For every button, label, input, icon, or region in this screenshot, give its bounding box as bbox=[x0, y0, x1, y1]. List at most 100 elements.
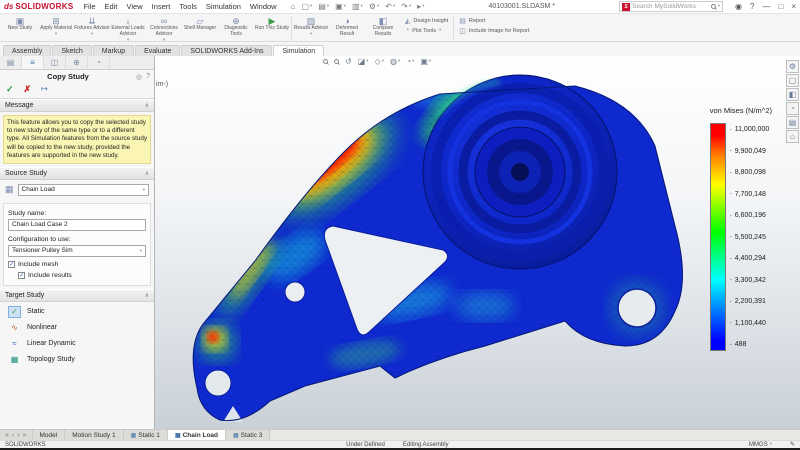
model-canvas[interactable] bbox=[155, 56, 800, 429]
display-style-button[interactable]: ◍ ▾ bbox=[390, 57, 400, 66]
next-tab-button[interactable]: › bbox=[17, 432, 19, 439]
cancel-button[interactable]: ✗ bbox=[24, 84, 32, 95]
appearances-tab-icon[interactable]: ◔ bbox=[786, 102, 799, 115]
connections-advisor-button[interactable]: ∞ Connections Advisor ▾ bbox=[146, 15, 182, 41]
tab-assembly[interactable]: Assembly bbox=[3, 45, 52, 56]
shell-manager-button[interactable]: ▱ Shell Manager bbox=[182, 15, 218, 41]
menu-view[interactable]: View bbox=[126, 2, 142, 11]
print-button[interactable]: ▥ ▾ bbox=[352, 2, 363, 11]
tab-model[interactable]: Model bbox=[32, 430, 66, 440]
menu-window[interactable]: Window bbox=[250, 2, 277, 11]
feature-manager-tab[interactable]: ▤ bbox=[0, 56, 22, 69]
message-section-header[interactable]: Message ∧ bbox=[0, 99, 154, 112]
save-button[interactable]: ▣ ▾ bbox=[335, 2, 346, 11]
options-button[interactable]: ⚙ ▾ bbox=[369, 2, 379, 11]
minimize-button[interactable]: — bbox=[762, 2, 770, 11]
diagnostic-tools-button[interactable]: ⊕ Diagnostic Tools bbox=[218, 15, 254, 41]
previous-view-button[interactable]: ↺ bbox=[345, 57, 352, 66]
new-document-button[interactable]: ▢ ▾ bbox=[301, 2, 312, 11]
source-study-section-header[interactable]: Source Study ∧ bbox=[0, 166, 154, 180]
undo-button[interactable]: ↶ ▾ bbox=[385, 2, 395, 11]
study-name-input[interactable] bbox=[8, 218, 146, 231]
menu-insert[interactable]: Insert bbox=[152, 2, 171, 11]
home-tab-icon[interactable]: ⌂ bbox=[786, 130, 799, 143]
tab-motion-study-1[interactable]: Motion Study 1 bbox=[65, 430, 124, 440]
menu-file[interactable]: File bbox=[83, 2, 95, 11]
source-study-dropdown[interactable]: Chain Load ▾ bbox=[17, 183, 149, 196]
search-box[interactable]: S Search MySolidWorks ▾ bbox=[619, 1, 724, 12]
tab-static-3[interactable]: ▦ Static 3 bbox=[226, 430, 271, 440]
deformed-result-button[interactable]: ◑ Deformed Result bbox=[329, 15, 365, 41]
view-orientation-button[interactable]: ◇ ▾ bbox=[375, 57, 384, 66]
help-icon[interactable]: ? bbox=[146, 73, 150, 80]
external-loads-advisor-button[interactable]: ↓ External Loads Advisor ▾ bbox=[110, 15, 146, 41]
configuration-label: Configuration to use: bbox=[8, 235, 71, 243]
results-advisor-button[interactable]: ▧ Results Advisor ▾ bbox=[293, 15, 329, 41]
hide-show-items-button[interactable]: ◔ ▾ bbox=[406, 57, 414, 66]
tab-sketch[interactable]: Sketch bbox=[52, 45, 92, 56]
include-results-checkbox[interactable]: ✓ bbox=[18, 271, 25, 279]
target-study-section-header[interactable]: Target Study ∧ bbox=[0, 288, 154, 302]
tag-edit-icon[interactable]: ✎ bbox=[790, 441, 795, 448]
run-this-study-button[interactable]: ▶ Run This Study bbox=[254, 15, 290, 41]
search-icon[interactable] bbox=[710, 4, 716, 9]
last-tab-button[interactable]: » bbox=[23, 432, 27, 439]
resources-tab-icon[interactable]: ⚙ bbox=[786, 60, 799, 73]
pin-icon[interactable]: ◎ bbox=[136, 73, 142, 81]
tab-solidworks-add-ins[interactable]: SOLIDWORKS Add-Ins bbox=[181, 45, 273, 56]
view-settings-button[interactable]: ▣ ▾ bbox=[420, 57, 431, 66]
menu-tools[interactable]: Tools bbox=[179, 2, 197, 11]
target-option-static[interactable]: ✓ Static bbox=[0, 304, 154, 320]
previous-tab-button[interactable]: ‹ bbox=[12, 432, 14, 439]
graphics-viewport[interactable]: ↺ ◪ ▾ ◇ ▾ ◍ ▾ ◔ ▾ ▣ ▾ im-) von Mises (N/m^2) … bbox=[155, 56, 800, 429]
menu-simulation[interactable]: Simulation bbox=[206, 2, 241, 11]
close-button[interactable]: × bbox=[791, 2, 796, 11]
target-option-topology-study[interactable]: ▦ Topology Study bbox=[0, 352, 154, 368]
first-tab-button[interactable]: « bbox=[5, 432, 9, 439]
include-image-for-report-button[interactable]: ◫ Include Image for Report bbox=[459, 27, 529, 35]
detach-button[interactable]: ↦ bbox=[41, 84, 48, 95]
target-option-nonlinear[interactable]: ∿ Nonlinear bbox=[0, 320, 154, 336]
tab-markup[interactable]: Markup bbox=[92, 45, 135, 56]
dimxpert-manager-tab[interactable]: ⊕ bbox=[66, 56, 88, 69]
option-label: Static bbox=[27, 308, 45, 316]
tab-evaluate[interactable]: Evaluate bbox=[135, 45, 181, 56]
property-manager-tab[interactable]: ≡ bbox=[22, 56, 44, 69]
design-insight-button[interactable]: ◭ Design Insight bbox=[405, 17, 448, 25]
design-library-tab-icon[interactable]: ▢ bbox=[786, 74, 799, 87]
include-mesh-checkbox[interactable]: ✓ bbox=[8, 260, 15, 268]
section-view-button[interactable]: ◪ ▾ bbox=[358, 57, 369, 66]
search-input[interactable]: Search MySolidWorks bbox=[632, 3, 709, 10]
configuration-manager-tab[interactable]: ◫ bbox=[44, 56, 66, 69]
custom-properties-tab-icon[interactable]: ▤ bbox=[786, 116, 799, 129]
tab-simulation[interactable]: Simulation bbox=[273, 45, 325, 56]
zoom-to-fit-button[interactable] bbox=[323, 59, 328, 64]
units-selector[interactable]: MMGS ▾ bbox=[749, 442, 772, 448]
tab-chain-load[interactable]: ▦ Chain Load bbox=[167, 430, 226, 440]
target-option-linear-dynamic[interactable]: ≈ Linear Dynamic bbox=[0, 336, 154, 352]
open-button[interactable]: ▤ ▾ bbox=[318, 2, 329, 11]
plot-tools-button[interactable]: ◔ Plot Tools ▾ bbox=[405, 27, 448, 34]
configuration-dropdown[interactable]: Tensioner Pulley Sim ▾ bbox=[8, 244, 146, 257]
caret-icon: ▾ bbox=[769, 441, 772, 447]
report-button[interactable]: ▤ Report bbox=[459, 17, 529, 25]
restore-button[interactable]: □ bbox=[778, 2, 783, 11]
study-name-label: Study name: bbox=[8, 209, 47, 217]
user-account-icon[interactable]: ◉ bbox=[735, 2, 742, 11]
ok-button[interactable]: ✓ bbox=[6, 84, 14, 95]
heads-up-view-toolbar: ↺ ◪ ▾ ◇ ▾ ◍ ▾ ◔ ▾ ▣ ▾ bbox=[323, 57, 431, 66]
select-button[interactable]: ▸ ▾ bbox=[417, 2, 424, 11]
display-manager-tab[interactable]: ◔ bbox=[88, 56, 110, 69]
compare-results-button[interactable]: ◧ Compare Results bbox=[365, 15, 401, 41]
file-explorer-tab-icon[interactable]: ◧ bbox=[786, 88, 799, 101]
new-study-button[interactable]: ▣ New Study bbox=[2, 15, 38, 41]
zoom-to-area-button[interactable] bbox=[334, 59, 339, 64]
redo-button[interactable]: ↷ ▾ bbox=[401, 2, 411, 11]
help-icon[interactable]: ? bbox=[750, 2, 754, 11]
fixtures-advisor-button[interactable]: ⇊ Fixtures Advisor ▾ bbox=[74, 15, 110, 41]
menu-edit[interactable]: Edit bbox=[105, 2, 118, 11]
tab-static-1[interactable]: ▦ Static 1 bbox=[123, 430, 168, 440]
caret-icon[interactable]: ▾ bbox=[718, 4, 720, 9]
home-button[interactable]: ⌂ bbox=[291, 2, 296, 11]
apply-material-button[interactable]: ⊞ Apply Material ▾ bbox=[38, 15, 74, 41]
